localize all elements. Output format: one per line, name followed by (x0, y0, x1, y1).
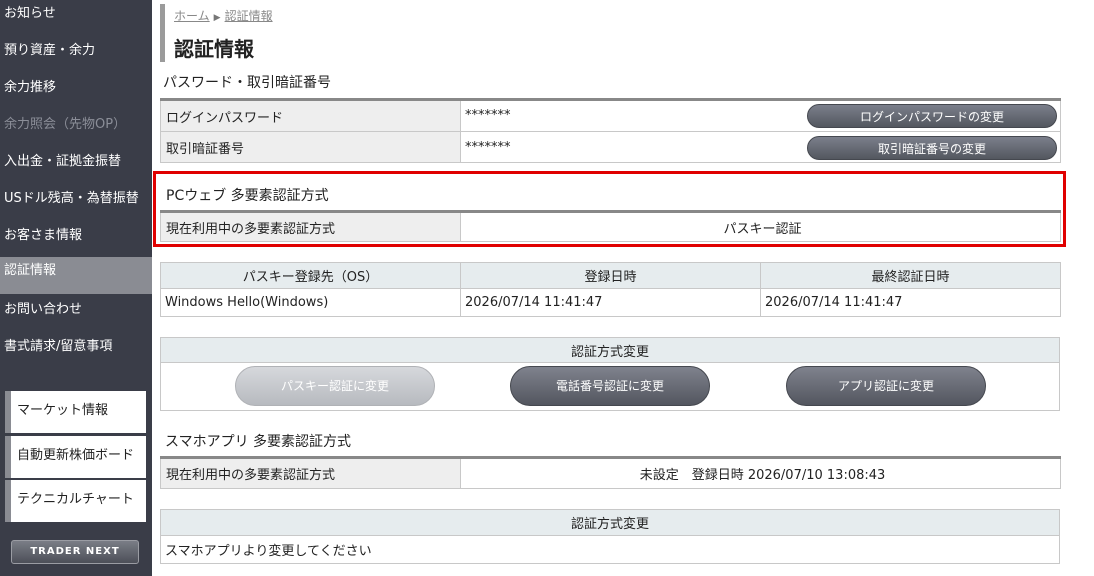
sidebar-item-notices[interactable]: お知らせ (0, 0, 152, 37)
table-row: Windows Hello(Windows) 2026/07/14 11:41:… (160, 288, 1061, 317)
sidebar-item-assets[interactable]: 預り資産・余力 (0, 37, 152, 74)
app-mfa-label: 現在利用中の多要素認証方式 (160, 457, 461, 489)
table-row: パスキー認証に変更 電話番号認証に変更 アプリ認証に変更 (160, 362, 1060, 411)
breadcrumb: ホーム ▶ 認証情報 (174, 7, 273, 24)
password-section-title: パスワード・取引暗証番号 (163, 75, 331, 91)
password-table: ログインパスワード ******* ログインパスワードの変更 取引暗証番号 **… (160, 98, 1061, 163)
trade-pin-cell: ******* 取引暗証番号の変更 (460, 131, 1061, 163)
passkey-os-cell: Windows Hello(Windows) (160, 288, 461, 317)
table-row: 取引暗証番号 ******* 取引暗証番号の変更 (160, 131, 1061, 163)
sidebar: お知らせ 預り資産・余力 余力推移 余力照会（先物OP） 入出金・証拠金振替 U… (0, 0, 152, 576)
registered-at-cell: 2026/07/14 11:41:47 (460, 288, 761, 317)
page-title: 認証情報 (174, 37, 254, 61)
breadcrumb-current-link[interactable]: 認証情報 (225, 9, 273, 23)
last-auth-cell: 2026/07/14 11:41:47 (760, 288, 1061, 317)
table-row: スマホアプリより変更してください (160, 535, 1060, 564)
main-content: ホーム ▶ 認証情報 認証情報 パスワード・取引暗証番号 ログインパスワード ***… (160, 0, 1094, 576)
app-mfa-value: 未設定 登録日時 2026/07/10 13:08:43 (460, 457, 1061, 489)
trade-pin-value: ******* (465, 139, 511, 155)
change-method-header: 認証方式変更 (160, 337, 1060, 363)
app-change-header: 認証方式変更 (160, 509, 1060, 536)
change-to-app-button[interactable]: アプリ認証に変更 (786, 366, 986, 406)
table-row: 現在利用中の多要素認証方式 未設定 登録日時 2026/07/10 13:08:… (160, 457, 1061, 489)
change-trade-pin-button[interactable]: 取引暗証番号の変更 (807, 135, 1057, 160)
login-password-value: ******* (465, 108, 511, 123)
change-method-table: 認証方式変更 パスキー認証に変更 電話番号認証に変更 アプリ認証に変更 (160, 337, 1060, 411)
table-header-row: パスキー登録先（OS） 登録日時 最終認証日時 (160, 262, 1061, 289)
app-change-message: スマホアプリより変更してください (160, 535, 1060, 564)
change-login-password-button[interactable]: ログインパスワードの変更 (807, 104, 1057, 128)
change-method-buttons-cell: パスキー認証に変更 電話番号認証に変更 アプリ認証に変更 (160, 362, 1060, 411)
sidebar-item-auth-info[interactable]: 認証情報 (0, 257, 152, 294)
registered-at-header: 登録日時 (460, 262, 761, 289)
login-password-cell: ******* ログインパスワードの変更 (460, 99, 1061, 132)
change-to-phone-button[interactable]: 電話番号認証に変更 (510, 366, 710, 406)
app-change-table: 認証方式変更 スマホアプリより変更してください (160, 509, 1060, 564)
table-header-row: 認証方式変更 (160, 337, 1060, 363)
title-accent-bar (160, 4, 165, 62)
sidebar-item-usd-balance[interactable]: USドル残高・為替振替 (0, 185, 152, 222)
change-to-passkey-button: パスキー認証に変更 (235, 366, 435, 406)
trade-pin-label: 取引暗証番号 (160, 131, 461, 163)
sidebar-item-margin-history[interactable]: 余力推移 (0, 74, 152, 111)
stock-board-link[interactable]: 自動更新株価ボード (5, 436, 146, 478)
breadcrumb-home-link[interactable]: ホーム (174, 9, 210, 23)
sidebar-item-contact[interactable]: お問い合わせ (0, 296, 152, 333)
trader-next-button[interactable]: TRADER NEXT (11, 540, 139, 564)
highlight-box (153, 171, 1066, 247)
technical-chart-link[interactable]: テクニカルチャート (5, 480, 146, 522)
sidebar-item-margin-futures: 余力照会（先物OP） (4, 117, 127, 132)
app-mfa-table: 現在利用中の多要素認証方式 未設定 登録日時 2026/07/10 13:08:… (160, 456, 1061, 489)
table-row: ログインパスワード ******* ログインパスワードの変更 (160, 99, 1061, 132)
passkey-os-header: パスキー登録先（OS） (160, 262, 461, 289)
passkey-table: パスキー登録先（OS） 登録日時 最終認証日時 Windows Hello(Wi… (160, 262, 1061, 317)
market-info-link[interactable]: マーケット情報 (5, 391, 146, 433)
login-password-label: ログインパスワード (160, 99, 461, 132)
app-mfa-section-title: スマホアプリ 多要素認証方式 (165, 434, 352, 450)
sidebar-item-documents[interactable]: 書式請求/留意事項 (0, 333, 152, 370)
breadcrumb-arrow-icon: ▶ (213, 13, 221, 23)
last-auth-header: 最終認証日時 (760, 262, 1061, 289)
sidebar-item-deposit-transfer[interactable]: 入出金・証拠金振替 (0, 148, 152, 185)
table-header-row: 認証方式変更 (160, 509, 1060, 536)
sidebar-item-customer-info[interactable]: お客さま情報 (0, 222, 152, 259)
